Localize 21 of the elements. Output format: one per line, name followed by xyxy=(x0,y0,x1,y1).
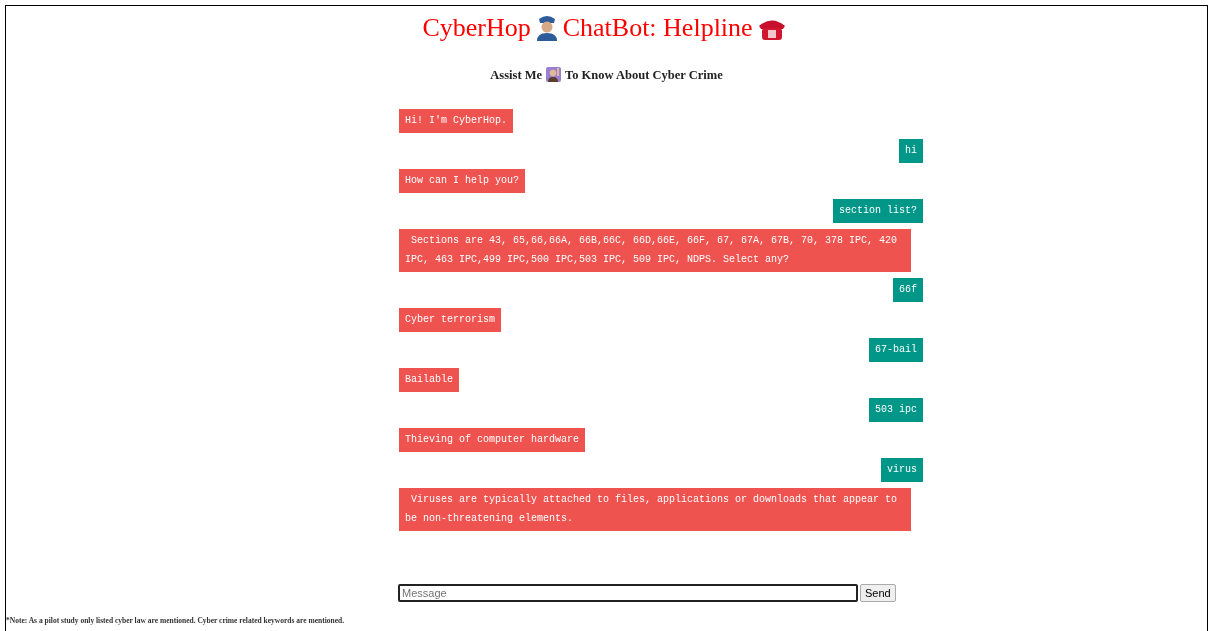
message-input[interactable]: Message xyxy=(398,584,858,602)
bot-message: Sections are 43, 65,66,66A, 66B,66C, 66D,66E, 66F, 67, 67A, 67B, 70, 378 IPC, 420 IPC, 463 IPC,499 IPC,500 IPC,503 IPC, 509 IPC, NDPS. Select any? xyxy=(399,228,911,272)
bot-message: Bailable xyxy=(399,367,459,392)
user-message: hi xyxy=(899,138,923,163)
user-message: virus xyxy=(881,457,923,482)
bot-message: How can I help you? xyxy=(399,168,526,193)
subtitle-text: Assist Me xyxy=(490,68,543,82)
send-button[interactable]: Send xyxy=(860,584,896,602)
title-text: CyberHop xyxy=(422,13,531,42)
person-raising-hand-icon xyxy=(546,67,562,82)
user-message: 67-bail xyxy=(869,337,923,362)
police-officer-icon xyxy=(534,13,559,41)
title-text: ChatBot: Helpline xyxy=(562,13,753,42)
bot-message: Hi! I'm CyberHop. xyxy=(399,108,514,133)
user-message: 66f xyxy=(893,277,923,302)
bot-message: Viruses are typically attached to files, applications or downloads that appear to be non-threatening elements. xyxy=(399,487,911,531)
bot-message: Cyber terrorism xyxy=(399,307,501,332)
bot-message: Thieving of computer hardware xyxy=(399,427,586,452)
user-message: 503 ipc xyxy=(869,397,923,422)
subtitle-text: To Know About Cyber Crime xyxy=(565,68,723,82)
user-message: section list? xyxy=(833,198,923,223)
